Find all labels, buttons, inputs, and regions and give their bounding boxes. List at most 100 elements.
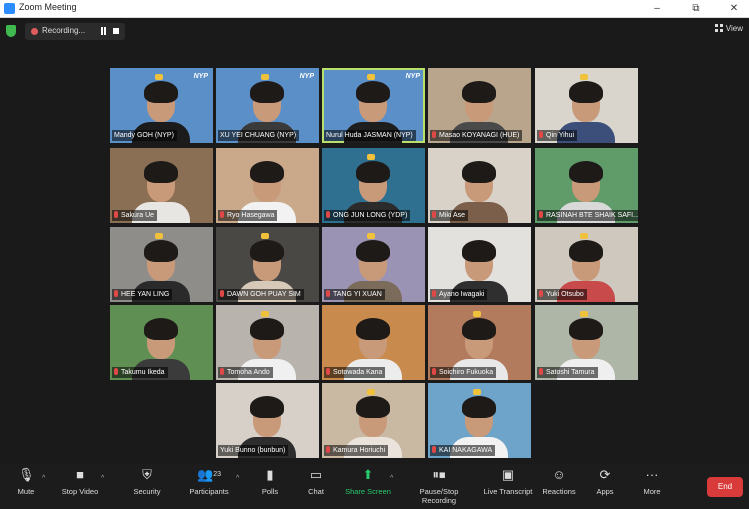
apps-icon: ⟳	[599, 467, 611, 482]
cc-icon: ▣	[501, 467, 515, 482]
mic-muted-icon	[432, 446, 436, 453]
mic-muted-icon	[326, 211, 330, 218]
participant-tile[interactable]: Masao KOYANAGI (HUE)	[428, 68, 531, 143]
mute-options-caret[interactable]: ^	[42, 475, 45, 482]
view-button[interactable]: View	[714, 24, 743, 33]
participant-name: Satoshi Tamura	[546, 369, 595, 376]
participant-tile[interactable]: Sotowada Kana	[322, 305, 425, 380]
participant-name-tag: Nurul Huda JASMAN (NYP)	[324, 130, 416, 141]
participants-button[interactable]: 👥23 Participants	[186, 467, 232, 496]
recording-label: Recording...	[42, 26, 86, 35]
participant-tile[interactable]: Yuki Bunno (bunbun)	[216, 383, 319, 458]
meeting-topbar: Recording... View	[0, 18, 749, 46]
participant-tile[interactable]: Satoshi Tamura	[535, 305, 638, 380]
reactions-button[interactable]: ☺ Reactions	[542, 467, 576, 496]
nyp-logo: NYP	[193, 73, 208, 80]
pause-stop-recording-button[interactable]: ⏸⏹ Pause/Stop Recording	[402, 467, 476, 505]
participant-tile[interactable]: NYP Mandy GOH (NYP)	[110, 68, 213, 143]
participant-name: Yuki Otsubo	[546, 291, 584, 298]
window-titlebar: Zoom Meeting – ⧉ ✕	[0, 0, 749, 18]
participant-tile[interactable]: NYP Nurul Huda JASMAN (NYP)	[322, 68, 425, 143]
participant-name: ONG JUN LONG (YDP)	[333, 212, 408, 219]
participant-name: Kamura Horiuchi	[333, 447, 386, 454]
participant-name-tag: Sotowada Kana	[324, 367, 386, 378]
participant-tile[interactable]: Qin Yihui	[535, 68, 638, 143]
participant-name-tag: Takumu Ikeda	[112, 367, 168, 378]
mic-muted-icon	[114, 211, 118, 218]
participant-name-tag: Satoshi Tamura	[537, 367, 598, 378]
participant-tile[interactable]: Miki Ase	[428, 148, 531, 223]
participant-tile[interactable]: Sakura Ue	[110, 148, 213, 223]
participant-tile[interactable]: Kamura Horiuchi	[322, 383, 425, 458]
crown-icon	[580, 311, 588, 317]
participant-name: RASINAH BTE SHAIK SAFI...	[546, 212, 638, 219]
participant-tile[interactable]: ONG JUN LONG (YDP)	[322, 148, 425, 223]
participant-tile[interactable]: KAI NAKAGAWA	[428, 383, 531, 458]
participant-hair	[356, 161, 390, 183]
participant-name: Ryo Hasegawa	[227, 212, 275, 219]
stop-video-button[interactable]: ■ Stop Video	[58, 467, 102, 496]
crown-icon	[261, 74, 269, 80]
video-options-caret[interactable]: ^	[101, 475, 104, 482]
participant-tile[interactable]: HEE YAN LING	[110, 227, 213, 302]
participant-tile[interactable]: TANG YI XUAN	[322, 227, 425, 302]
crown-icon	[473, 389, 481, 395]
share-options-caret[interactable]: ^	[390, 475, 393, 482]
security-shield-icon[interactable]	[6, 25, 16, 37]
participant-hair	[356, 81, 390, 103]
participant-name-tag: Yuki Bunno (bunbun)	[218, 445, 289, 456]
participant-name-tag: Miki Ase	[430, 210, 469, 221]
participant-name-tag: HEE YAN LING	[112, 289, 173, 300]
crown-icon	[367, 154, 375, 160]
participant-hair	[250, 161, 284, 183]
mic-muted-icon	[220, 368, 224, 375]
polls-button[interactable]: ▮ Polls	[259, 467, 281, 496]
mute-button[interactable]: 🎙 Mute	[12, 467, 40, 496]
chat-icon: ▭	[309, 467, 323, 482]
share-screen-button[interactable]: ⬆ Share Screen	[345, 467, 391, 496]
participant-name-tag: Soichiro Fukuoka	[430, 367, 497, 378]
maximize-button[interactable]: ⧉	[683, 0, 709, 17]
recording-indicator: Recording...	[25, 23, 125, 40]
minimize-button[interactable]: –	[644, 0, 670, 17]
participant-hair	[569, 161, 603, 183]
live-transcript-button[interactable]: ▣ Live Transcript	[482, 467, 534, 496]
participant-hair	[356, 318, 390, 340]
more-button[interactable]: ··· More	[640, 467, 664, 496]
mic-muted-icon	[539, 211, 543, 218]
apps-button[interactable]: ⟳ Apps	[594, 467, 616, 496]
chat-button[interactable]: ▭ Chat	[305, 467, 327, 496]
participant-tile[interactable]: Soichiro Fukuoka	[428, 305, 531, 380]
mic-muted-icon	[432, 290, 436, 297]
live-transcript-label: Live Transcript	[483, 487, 533, 496]
end-meeting-button[interactable]: End	[707, 477, 743, 497]
security-button[interactable]: ⛨ Security	[130, 467, 164, 496]
participants-options-caret[interactable]: ^	[236, 475, 239, 482]
participant-hair	[569, 318, 603, 340]
participant-tile[interactable]: Tomoha Ando	[216, 305, 319, 380]
participant-tile[interactable]: Takumu Ikeda	[110, 305, 213, 380]
share-screen-label: Share Screen	[345, 487, 391, 496]
participant-tile[interactable]: Yuki Otsubo	[535, 227, 638, 302]
apps-label: Apps	[596, 487, 614, 496]
participant-tile[interactable]: Ayano Iwagaki	[428, 227, 531, 302]
participant-name: Qin Yihui	[546, 132, 575, 139]
participant-name-tag: ONG JUN LONG (YDP)	[324, 210, 411, 221]
participant-name-tag: Ayano Iwagaki	[430, 289, 488, 300]
stop-recording-icon[interactable]	[113, 28, 119, 34]
participant-tile[interactable]: RASINAH BTE SHAIK SAFI...	[535, 148, 638, 223]
participant-name: Ayano Iwagaki	[439, 291, 485, 298]
close-window-button[interactable]: ✕	[721, 0, 747, 17]
participant-name-tag: XU YEI CHUANG (NYP)	[218, 130, 300, 141]
more-label: More	[643, 487, 661, 496]
participant-name-tag: Masao KOYANAGI (HUE)	[430, 130, 523, 141]
pause-recording-icon[interactable]	[99, 27, 108, 36]
mic-muted-icon	[114, 368, 118, 375]
participant-hair	[462, 81, 496, 103]
participant-tile[interactable]: NYP XU YEI CHUANG (NYP)	[216, 68, 319, 143]
share-icon: ⬆	[362, 467, 374, 482]
participant-tile[interactable]: Ryo Hasegawa	[216, 148, 319, 223]
participant-tile[interactable]: DAWN GOH PUAY SIM	[216, 227, 319, 302]
participant-hair	[569, 240, 603, 262]
participant-name: TANG YI XUAN	[333, 291, 382, 298]
